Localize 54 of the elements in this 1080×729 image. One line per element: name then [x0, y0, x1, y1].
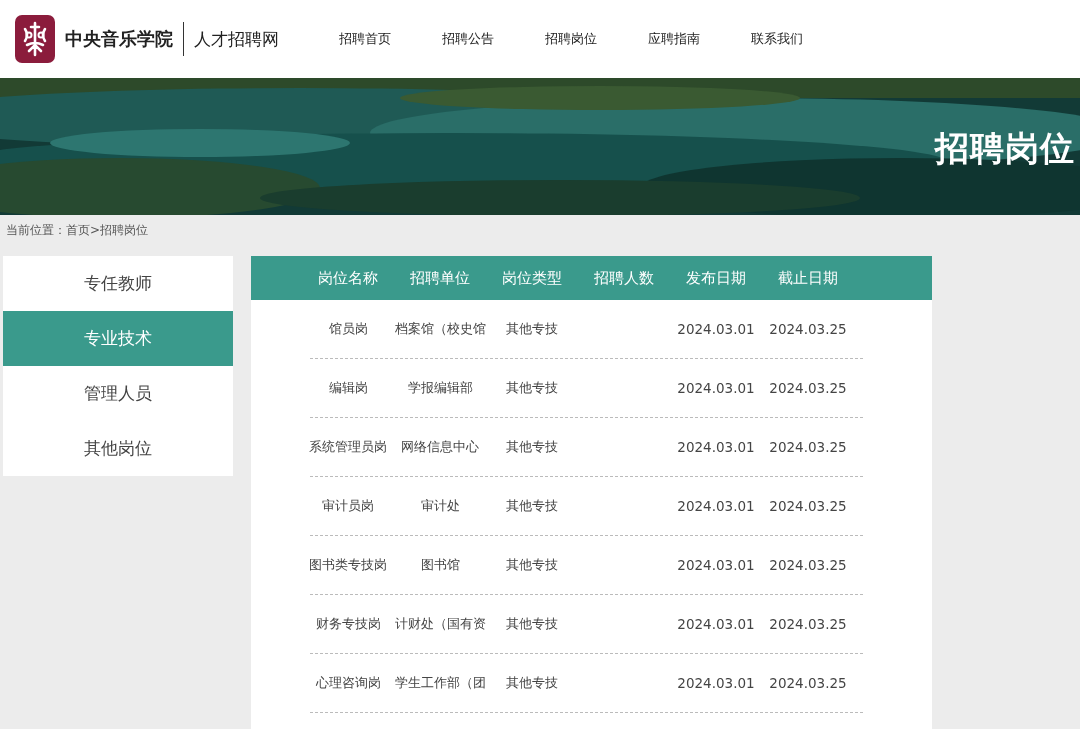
table-cell-text: 其他专技: [505, 379, 559, 397]
school-name: 中央音乐学院: [65, 27, 173, 51]
table-cell-text: 图书类专技岗: [308, 556, 388, 574]
banner-title: 招聘岗位: [935, 127, 1075, 170]
nav-link[interactable]: 应聘指南: [648, 30, 751, 48]
column-header: 岗位类型: [501, 268, 563, 288]
table-cell-text: 2024.03.25: [768, 498, 848, 514]
sidebar-item[interactable]: 管理人员: [3, 366, 233, 421]
column-header: 岗位名称: [317, 268, 379, 288]
table-cell-text: 2024.03.25: [768, 557, 848, 573]
breadcrumb: 当前位置：首页>招聘岗位: [5, 222, 150, 239]
table-cell-text: 审计处: [419, 497, 461, 515]
sidebar-item[interactable]: 其他岗位: [3, 421, 233, 476]
table-cell-text: 2024.03.01: [676, 380, 756, 396]
table-cell-text: 其他专技: [505, 556, 559, 574]
table-cell-text: 2024.03.01: [676, 439, 756, 455]
table-cell-text: 2024.03.25: [768, 321, 848, 337]
logo-icon: [15, 15, 55, 63]
table-cell-text: 2024.03.01: [676, 498, 756, 514]
table-cell-text: 系统管理员岗: [308, 438, 388, 456]
table-cell-text: 2024.03.01: [676, 321, 756, 337]
table-cell-text: 2024.03.25: [768, 380, 848, 396]
column-header: 发布日期: [685, 268, 747, 288]
column-header: 截止日期: [777, 268, 839, 288]
table-cell-text: 图书馆: [419, 556, 461, 574]
table-cell-text: 2024.03.25: [768, 439, 848, 455]
nav-link[interactable]: 联系我们: [751, 30, 854, 48]
table-cell-text: 学报编辑部: [406, 379, 474, 397]
table-cell-text: 2024.03.01: [676, 675, 756, 691]
table-cell-text: 2024.03.25: [768, 675, 848, 691]
table-cell-text: 2024.03.01: [676, 557, 756, 573]
table-cell-text: 其他专技: [505, 615, 559, 633]
nav-link[interactable]: 招聘公告: [442, 30, 545, 48]
table-cell-text: 财务专技岗: [314, 615, 382, 633]
table-cell-text: 心理咨询岗: [314, 674, 382, 692]
sidebar-item[interactable]: 专任教师: [3, 256, 233, 311]
table-cell-text: 编辑岗: [327, 379, 369, 397]
column-header: 招聘人数: [593, 268, 655, 288]
table-cell-text: 其他专技: [505, 497, 559, 515]
table-cell-text: 2024.03.01: [676, 616, 756, 632]
table-cell-text: 2024.03.25: [768, 616, 848, 632]
table-cell-text: 网络信息中心: [400, 438, 480, 456]
nav-link[interactable]: 招聘首页: [339, 30, 442, 48]
site-name: 人才招聘网: [194, 27, 279, 51]
table-cell: 计财处（国有资: [394, 615, 486, 633]
column-header: 招聘单位: [409, 268, 471, 288]
table-cell-text: 其他专技: [505, 674, 559, 692]
table-cell: 档案馆（校史馆: [394, 320, 486, 338]
table-cell-text: 其他专技: [505, 320, 559, 338]
table-cell-text: 馆员岗: [327, 320, 369, 338]
nav-link[interactable]: 招聘岗位: [545, 30, 648, 48]
table-cell-text: 其他专技: [505, 438, 559, 456]
table-cell-text: 审计员岗: [321, 497, 375, 515]
table-cell: 学生工作部（团: [394, 674, 486, 692]
